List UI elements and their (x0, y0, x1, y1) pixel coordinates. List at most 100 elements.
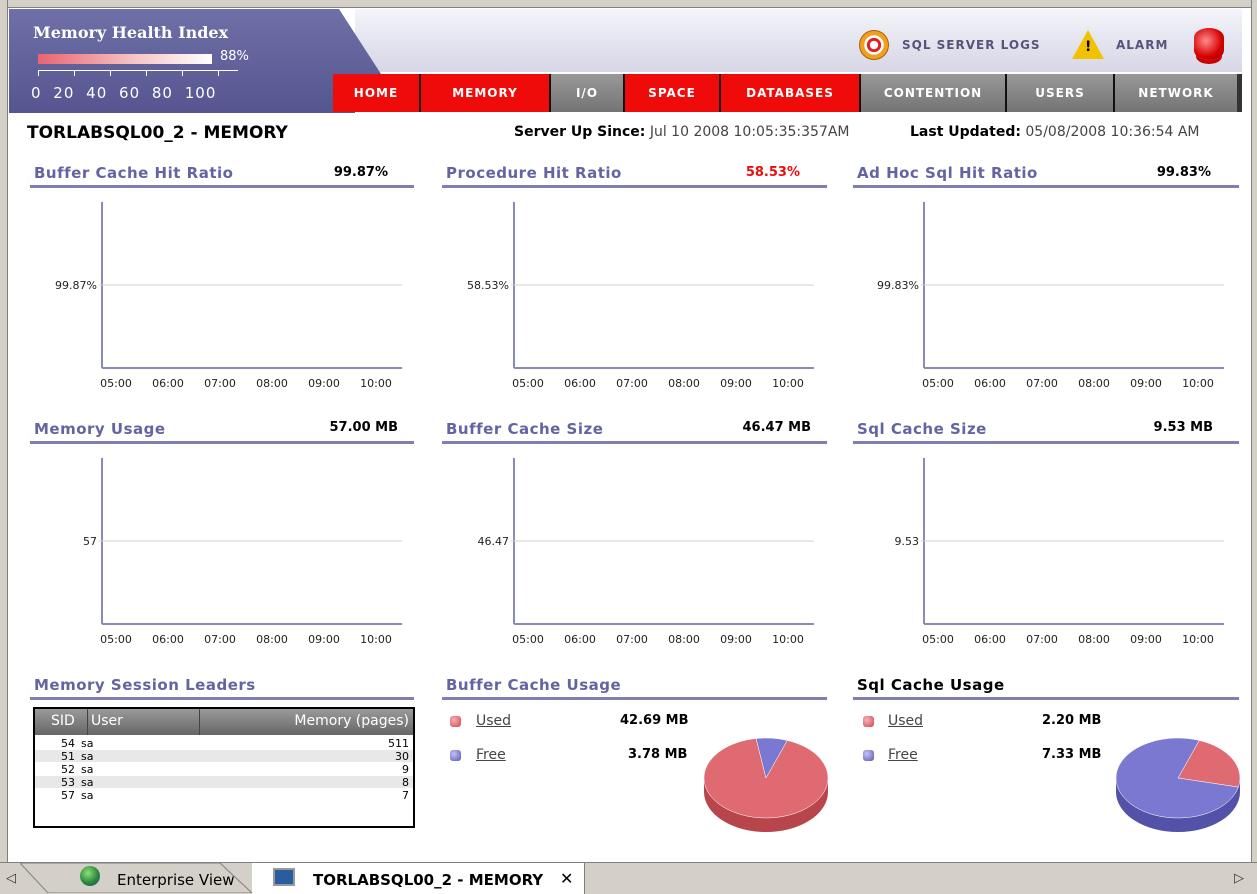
health-index-title: Memory Health Index (33, 23, 229, 42)
cell-user: sa (81, 737, 94, 750)
y-tick-label: 99.87% (55, 279, 97, 292)
buffer-used-value: 42.69 MB (620, 713, 689, 728)
y-tick-label: 58.53% (467, 279, 509, 292)
panel-title-buffer-cache-hit-ratio: Buffer Cache Hit Ratio (34, 164, 234, 182)
tab-network-label: NETWORK (1138, 86, 1214, 100)
sql-server-logs-link[interactable]: SQL SERVER LOGS (902, 38, 1041, 52)
x-tick-label: 10:00 (772, 633, 804, 646)
server-icon (273, 868, 295, 886)
close-tab-icon[interactable]: ✕ (560, 869, 573, 888)
column-header-user[interactable]: User (91, 713, 123, 729)
tab-home[interactable]: HOME (333, 74, 421, 112)
alarm-exclamation-icon: ! (1085, 39, 1092, 55)
chart-sql-cache-size: 9.53 05:00 06:00 07:00 08:00 09:00 10:00 (895, 458, 1224, 646)
panel-title-sql-cache-usage: Sql Cache Usage (857, 676, 1005, 694)
panel-divider (442, 185, 827, 188)
cell-sid: 51 (61, 750, 75, 763)
x-tick-label: 10:00 (360, 377, 392, 390)
tab-databases[interactable]: DATABASES (721, 74, 861, 112)
x-tick-label: 05:00 (922, 633, 954, 646)
used-legend-icon (450, 716, 461, 727)
tab-enterprise-view-label[interactable]: Enterprise View (117, 871, 235, 889)
tab-databases-label: DATABASES (746, 86, 834, 100)
x-tick-label: 05:00 (512, 377, 544, 390)
x-tick-label: 05:00 (100, 633, 132, 646)
chart-adhoc-sql-hit-ratio: 99.83% 05:00 06:00 07:00 08:00 09:00 10:00 (877, 202, 1224, 390)
scroll-left-icon[interactable]: ◁ (6, 871, 16, 886)
window: Memory Health Index 88% 0 20 40 60 80 10… (0, 0, 1257, 894)
x-tick-label: 09:00 (308, 377, 340, 390)
nav-bar: HOME MEMORY I/O SPACE DATABASES CONTENTI… (333, 74, 1242, 112)
page-title: TORLABSQL00_2 - MEMORY (27, 123, 288, 143)
cell-sid: 53 (61, 776, 75, 789)
x-tick-label: 06:00 (152, 633, 184, 646)
panel-divider (442, 697, 827, 700)
sql-free-link[interactable]: Free (888, 747, 918, 763)
x-tick-label: 06:00 (564, 377, 596, 390)
cell-user: sa (81, 763, 94, 776)
memory-session-leaders-table: SID User Memory (pages) 54 sa 511 51 sa 30 5… (33, 707, 415, 828)
buffer-used-link[interactable]: Used (476, 713, 511, 729)
alarm-link[interactable]: ALARM (1116, 38, 1168, 52)
health-index-bar (38, 54, 212, 64)
column-header-sid[interactable]: SID (51, 713, 75, 729)
cell-memory: 7 (402, 789, 409, 802)
x-tick-label: 07:00 (616, 377, 648, 390)
memory-health-index: Memory Health Index 88% 0 20 40 60 80 10… (9, 9, 381, 113)
tab-current-memory-label[interactable]: TORLABSQL00_2 - MEMORY (313, 871, 543, 889)
x-tick-label: 05:00 (922, 377, 954, 390)
table-row[interactable]: 52 sa 9 (35, 763, 413, 776)
x-tick-label: 10:00 (1182, 633, 1214, 646)
cell-memory: 30 (395, 750, 409, 763)
panel-title-procedure-hit-ratio: Procedure Hit Ratio (446, 164, 622, 182)
tab-space-label: SPACE (648, 86, 696, 100)
globe-icon (80, 866, 100, 886)
table-row[interactable]: 54 sa 511 (35, 737, 413, 750)
health-index-scale: 0 20 40 60 80 100 (31, 84, 217, 102)
x-tick-label: 08:00 (1078, 377, 1110, 390)
buffer-free-link[interactable]: Free (476, 747, 506, 763)
sql-server-logs-icon[interactable] (859, 30, 889, 60)
panel-divider (442, 441, 827, 444)
sql-cache-usage-pie (1115, 737, 1241, 832)
scroll-right-icon[interactable]: ▷ (1234, 871, 1244, 886)
cell-memory: 9 (402, 763, 409, 776)
table-row[interactable]: 57 sa 7 (35, 789, 413, 802)
panel-value-memory-usage: 57.00 MB (329, 420, 399, 435)
database-icon[interactable] (1194, 28, 1224, 60)
column-header-memory[interactable]: Memory (pages) (294, 713, 409, 729)
window-top-border (0, 0, 1257, 8)
panel-value-buffer-cache-hit-ratio: 99.87% (333, 165, 388, 180)
tab-users[interactable]: USERS (1007, 74, 1115, 112)
x-tick-label: 10:00 (1182, 377, 1214, 390)
panel-divider (30, 185, 414, 188)
tab-io[interactable]: I/O (551, 74, 625, 112)
cell-sid: 57 (61, 789, 75, 802)
panel-title-buffer-cache-size: Buffer Cache Size (446, 420, 604, 438)
y-tick-label: 46.47 (478, 535, 510, 548)
x-tick-label: 06:00 (564, 633, 596, 646)
x-tick-label: 08:00 (256, 633, 288, 646)
tab-space[interactable]: SPACE (625, 74, 721, 112)
x-tick-label: 06:00 (152, 377, 184, 390)
x-tick-label: 08:00 (668, 633, 700, 646)
x-tick-label: 08:00 (668, 377, 700, 390)
x-tick-label: 06:00 (974, 633, 1006, 646)
cell-memory: 8 (402, 776, 409, 789)
tab-users-label: USERS (1035, 86, 1085, 100)
table-header: SID User Memory (pages) (35, 709, 413, 735)
table-row[interactable]: 51 sa 30 (35, 750, 413, 763)
panel-value-buffer-cache-size: 46.47 MB (742, 420, 812, 435)
used-legend-icon (863, 716, 874, 727)
tab-home-label: HOME (353, 86, 399, 100)
sql-used-link[interactable]: Used (888, 713, 923, 729)
table-row[interactable]: 53 sa 8 (35, 776, 413, 789)
tab-memory[interactable]: MEMORY (421, 74, 551, 112)
x-tick-label: 07:00 (616, 633, 648, 646)
health-index-ticks (38, 70, 238, 76)
uptime-value: Jul 10 2008 10:05:35:357AM (649, 124, 850, 140)
window-right-border (1251, 0, 1257, 862)
tab-network[interactable]: NETWORK (1115, 74, 1237, 112)
panel-title-memory-session-leaders: Memory Session Leaders (34, 676, 256, 694)
tab-contention[interactable]: CONTENTION (861, 74, 1007, 112)
